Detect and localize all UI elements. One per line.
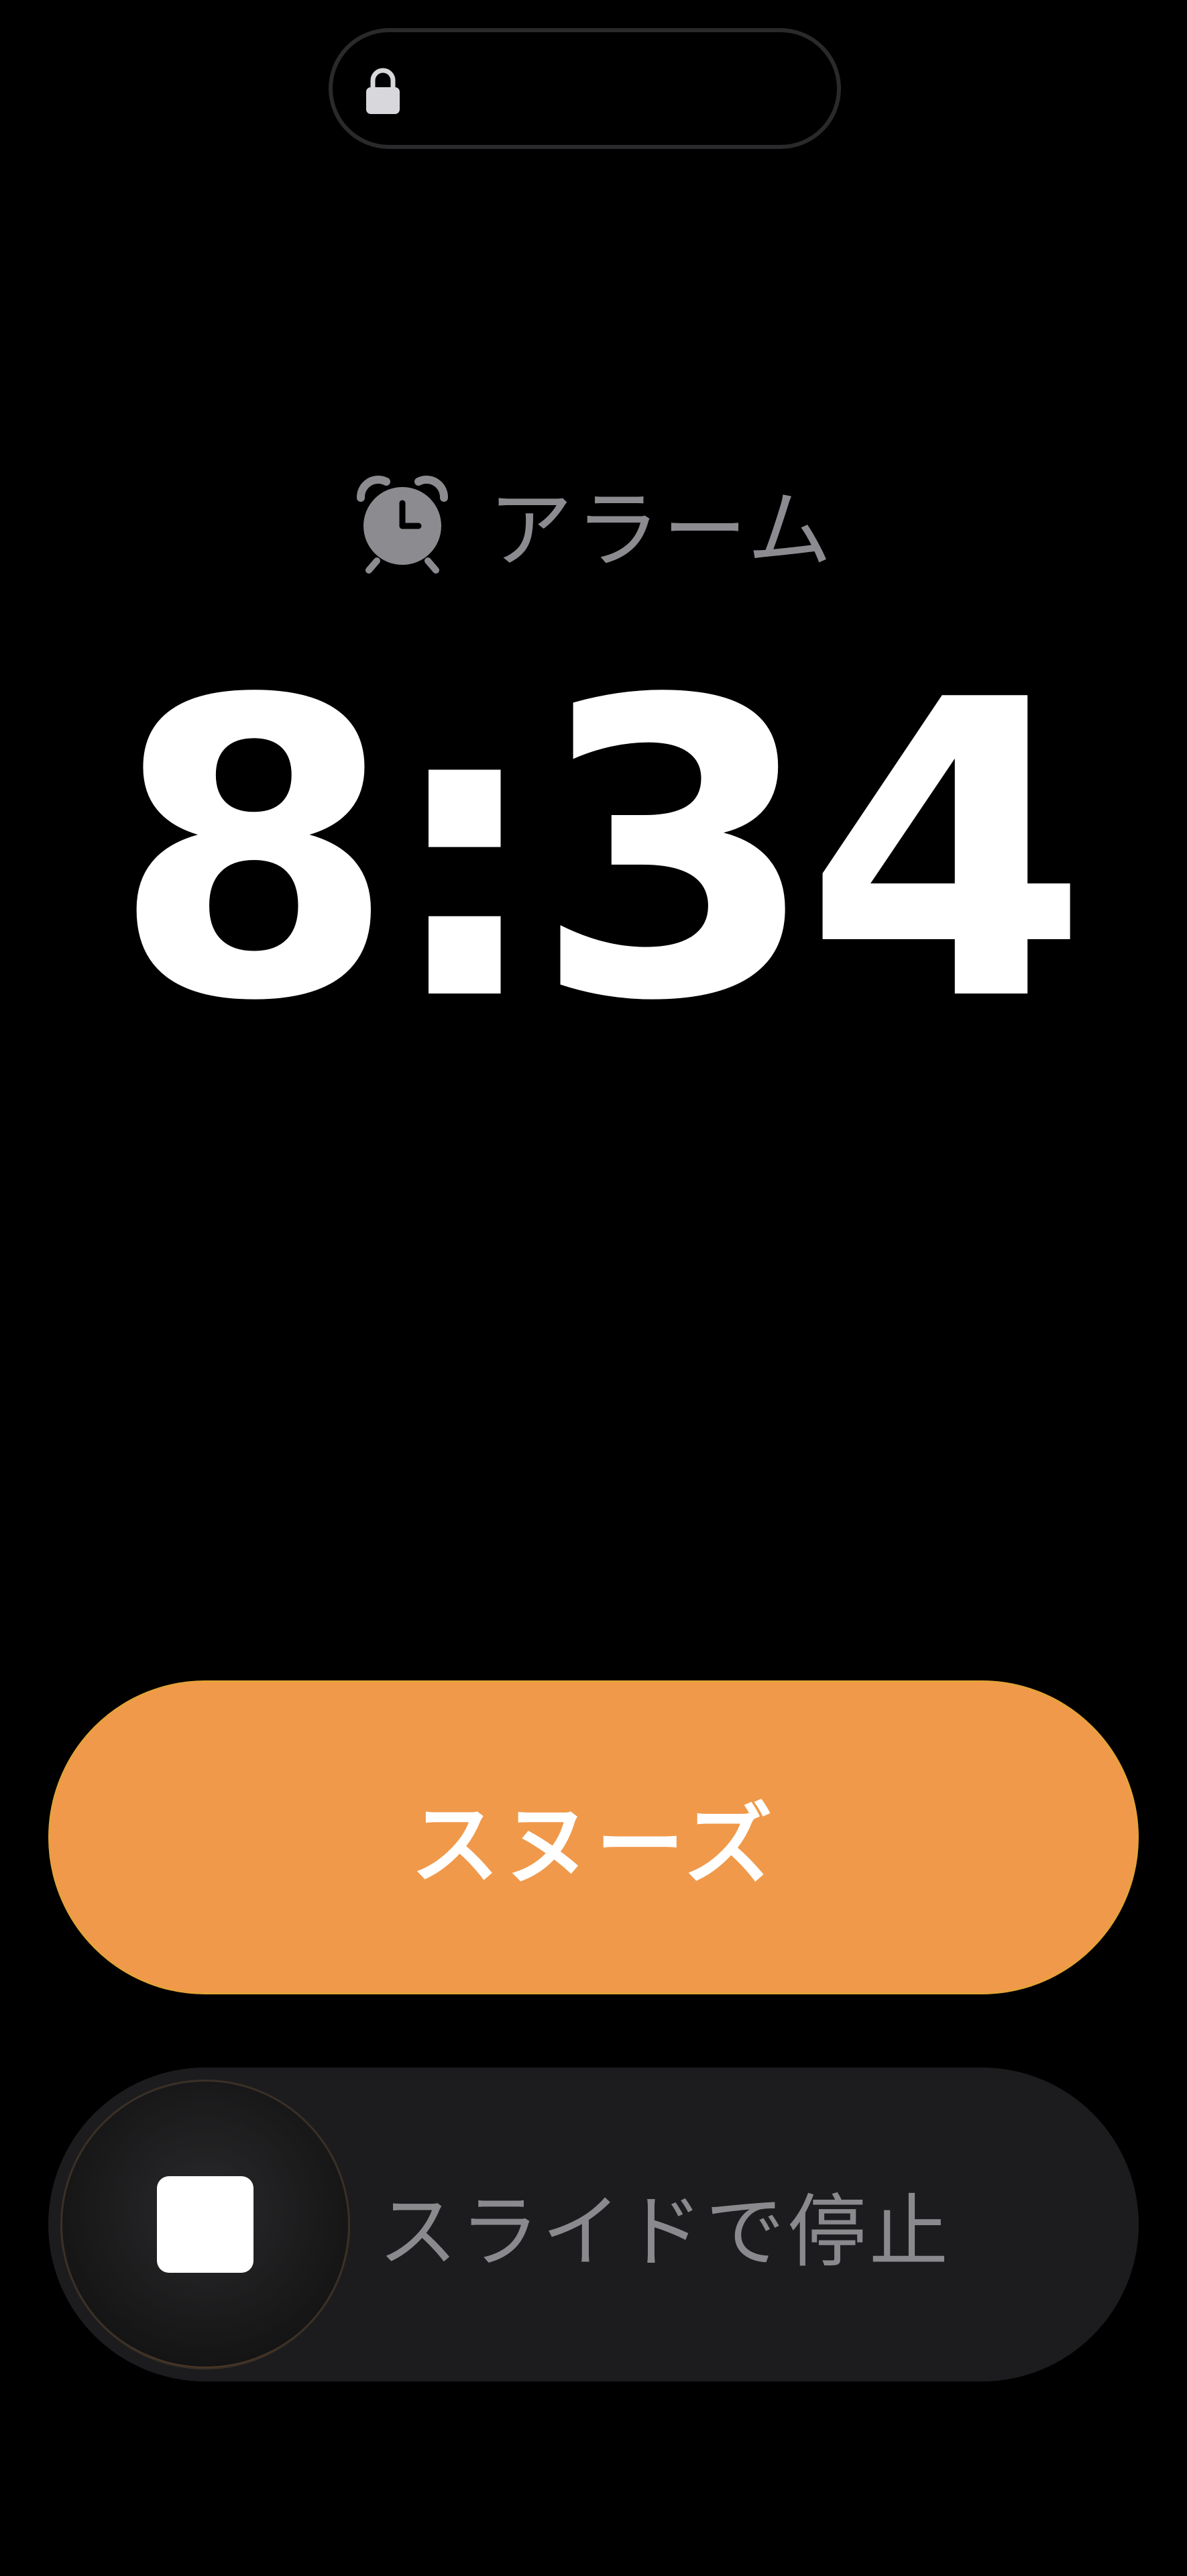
alarm-header: アラーム bbox=[349, 463, 834, 584]
stop-square-icon bbox=[157, 2176, 253, 2273]
alarm-label: アラーム bbox=[488, 481, 835, 580]
slide-to-stop-label: スライドで停止 bbox=[378, 2185, 952, 2278]
slide-to-stop-knob[interactable] bbox=[60, 2080, 350, 2369]
alarm-time: 8:34 bbox=[111, 614, 1088, 1090]
slide-to-stop-track[interactable]: スライドで停止 bbox=[48, 2068, 1139, 2381]
snooze-label: スヌーズ bbox=[410, 1793, 777, 1897]
alarm-clock-icon bbox=[357, 476, 448, 574]
lock-icon bbox=[366, 68, 400, 114]
dynamic-island bbox=[329, 28, 841, 149]
snooze-button[interactable]: スヌーズ bbox=[48, 1680, 1139, 1994]
